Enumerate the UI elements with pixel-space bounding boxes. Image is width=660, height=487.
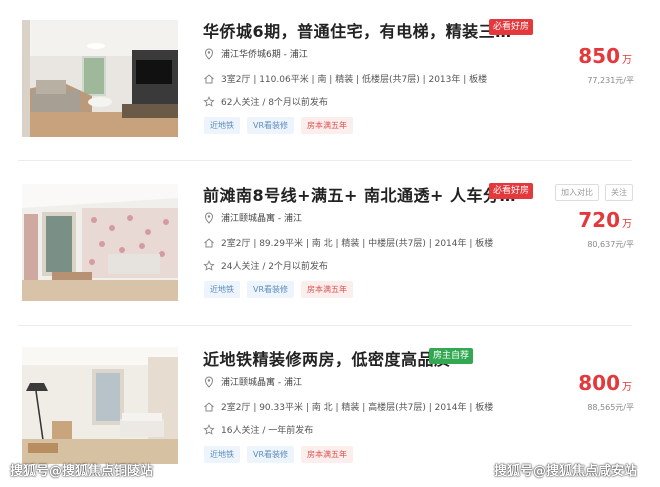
- house-icon: [203, 73, 215, 85]
- unit-price: 88,565元/平: [587, 403, 634, 412]
- followers-info: 16人关注 / 一年前发布: [221, 426, 314, 436]
- total-price: 850 万: [578, 44, 632, 68]
- living-room-photo: [22, 20, 178, 137]
- details-row: 2室2厅 | 90.33平米 | 南 北 | 精装 | 高楼层(共7层) | 2…: [203, 400, 493, 413]
- price-value: 800: [578, 371, 620, 395]
- location-pin-icon: [203, 211, 215, 224]
- tag-five-year-deed: 房本满五年: [301, 117, 354, 134]
- community-link[interactable]: 浦江颐城晶寓 - 浦江: [221, 211, 302, 224]
- living-room-photo: [22, 347, 178, 464]
- unit-price: 80,637元/平: [587, 240, 634, 249]
- tag-list: 近地铁 VR看装修 房本满五年: [204, 446, 354, 463]
- house-details: 2室2厅 | 90.33平米 | 南 北 | 精装 | 高楼层(共7层) | 2…: [221, 403, 494, 413]
- star-icon: [203, 423, 215, 436]
- total-price: 720 万: [578, 208, 632, 232]
- location-row: 浦江颐城晶寓 - 浦江: [203, 375, 302, 388]
- tag-vr-decoration[interactable]: VR看装修: [247, 117, 295, 134]
- must-see-badge: 必看好房: [489, 19, 534, 35]
- listing-photo[interactable]: [22, 347, 178, 464]
- add-to-compare-button[interactable]: 加入对比: [555, 184, 599, 201]
- followers-info: 24人关注 / 2个月以前发布: [221, 262, 328, 272]
- follow-button[interactable]: 关注: [605, 184, 633, 201]
- house-icon: [203, 401, 215, 413]
- listing-card[interactable]: 前滩南8号线+满五+ 南北通透+ 人车分… 必看好房 加入对比 关注 720 万 …: [0, 164, 660, 324]
- total-price: 800 万: [578, 371, 632, 395]
- details-row: 3室2厅 | 110.06平米 | 南 | 精装 | 低楼层(共7层) | 20…: [203, 72, 487, 85]
- tag-vr-decoration[interactable]: VR看装修: [247, 446, 295, 463]
- tag-list: 近地铁 VR看装修 房本满五年: [204, 281, 354, 298]
- tag-five-year-deed: 房本满五年: [301, 446, 354, 463]
- house-icon: [203, 237, 215, 249]
- listing-title[interactable]: 近地铁精装修两房，低密度高品质: [203, 346, 451, 370]
- tag-near-subway: 近地铁: [204, 281, 240, 298]
- divider: [18, 325, 632, 326]
- listing-photo[interactable]: [22, 20, 178, 137]
- divider: [18, 160, 632, 161]
- location-row: 浦江华侨城6期 - 浦江: [203, 47, 308, 60]
- community-link[interactable]: 浦江华侨城6期 - 浦江: [221, 47, 308, 60]
- followers-row: 16人关注 / 一年前发布: [203, 423, 313, 436]
- house-details: 3室2厅 | 110.06平米 | 南 | 精装 | 低楼层(共7层) | 20…: [221, 75, 488, 85]
- must-see-badge: 必看好房: [489, 183, 534, 199]
- star-icon: [203, 95, 215, 108]
- community-link[interactable]: 浦江颐城晶寓 - 浦江: [221, 375, 302, 388]
- tag-list: 近地铁 VR看装修 房本满五年: [204, 117, 354, 134]
- location-pin-icon: [203, 375, 215, 388]
- house-details: 2室2厅 | 89.29平米 | 南 北 | 精装 | 中楼层(共7层) | 2…: [221, 239, 494, 249]
- listing-title[interactable]: 前滩南8号线+满五+ 南北通透+ 人车分…: [203, 182, 516, 206]
- tag-near-subway: 近地铁: [204, 117, 240, 134]
- price-unit: 万: [622, 382, 632, 393]
- price-unit: 万: [622, 219, 632, 230]
- watermark-right: 搜狐号@搜狐焦点咸安站: [494, 464, 638, 479]
- price-value: 720: [578, 208, 620, 232]
- listing-title[interactable]: 华侨城6期，普通住宅，有电梯，精装三…: [203, 18, 512, 42]
- tag-near-subway: 近地铁: [204, 446, 240, 463]
- listing-card[interactable]: 华侨城6期，普通住宅，有电梯，精装三… 必看好房 850 万 77,231元/平 …: [0, 0, 660, 160]
- followers-row: 62人关注 / 8个月以前发布: [203, 95, 328, 108]
- price-value: 850: [578, 44, 620, 68]
- followers-info: 62人关注 / 8个月以前发布: [221, 98, 328, 108]
- listing-photo[interactable]: [22, 184, 178, 301]
- followers-row: 24人关注 / 2个月以前发布: [203, 259, 328, 272]
- star-icon: [203, 259, 215, 272]
- living-room-photo: [22, 184, 178, 301]
- watermark-left: 搜狐号@搜狐焦点铜陵站: [10, 464, 154, 479]
- details-row: 2室2厅 | 89.29平米 | 南 北 | 精装 | 中楼层(共7层) | 2…: [203, 236, 493, 249]
- price-unit: 万: [622, 55, 632, 66]
- location-row: 浦江颐城晶寓 - 浦江: [203, 211, 302, 224]
- tag-five-year-deed: 房本满五年: [301, 281, 354, 298]
- unit-price: 77,231元/平: [587, 76, 634, 85]
- tag-vr-decoration[interactable]: VR看装修: [247, 281, 295, 298]
- owner-recommend-badge: 房主自荐: [429, 348, 474, 364]
- location-pin-icon: [203, 47, 215, 60]
